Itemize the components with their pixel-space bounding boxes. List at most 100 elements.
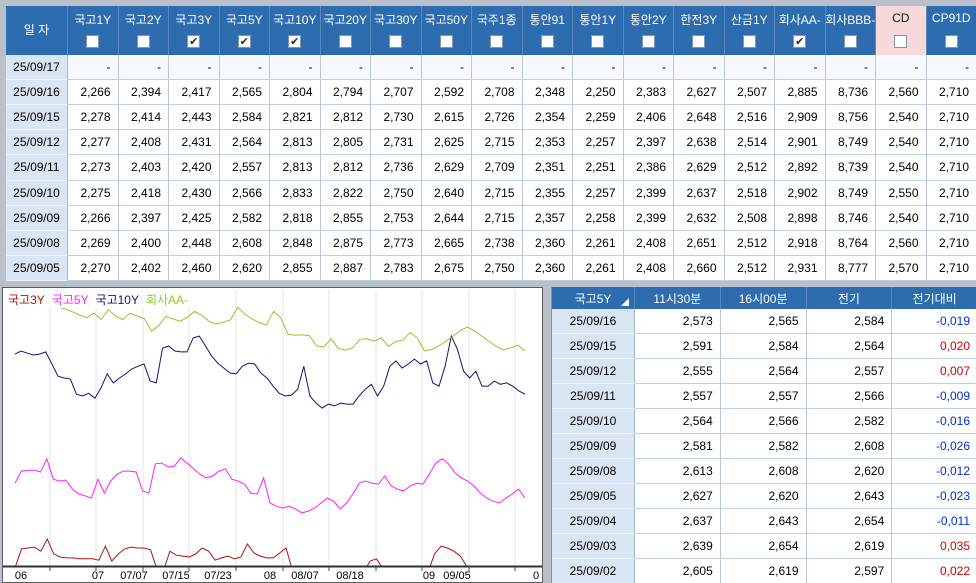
column-checkbox-checked[interactable]: ✔ — [187, 35, 201, 48]
yield-value-cell: 2,898 — [775, 205, 826, 230]
yield-value-cell: 2,608 — [721, 459, 807, 483]
yield-value-cell: 2,805 — [321, 130, 371, 155]
table-row[interactable]: 25/09/12 2,555 2,564 2,557 0,007 — [552, 359, 976, 384]
column-header-CD[interactable]: CD — [876, 6, 927, 55]
change-value-cell: 0,020 — [939, 339, 970, 353]
table-row[interactable]: 25/09/15 2,591 2,584 2,564 0,020 — [552, 334, 976, 359]
column-checkbox[interactable] — [540, 35, 554, 48]
column-checkbox[interactable] — [591, 35, 605, 48]
column-checkbox-checked[interactable]: ✔ — [237, 35, 251, 48]
change-value-cell: -0,011 — [936, 514, 970, 528]
yield-value-cell: 2,278 — [68, 105, 119, 130]
table-row[interactable]: 25/09/10 2,275 2,418 2,430 2,566 2,833 2,822 2,… — [6, 180, 976, 206]
column-header-회사BBB-[interactable]: 회사BBB- — [825, 6, 876, 55]
table-row[interactable]: 25/09/08 2,269 2,400 2,448 2,608 2,848 2,875 2,… — [6, 230, 976, 256]
column-checkbox[interactable] — [136, 35, 150, 48]
column-header-전기대비[interactable]: 전기대비 — [892, 287, 976, 309]
table-row[interactable]: 25/09/15 2,278 2,414 2,443 2,584 2,821 2,812 2,… — [6, 105, 976, 131]
yield-value-cell: 2,560 — [876, 230, 927, 255]
yield-value-cell: 2,261 — [573, 230, 624, 255]
column-checkbox[interactable] — [439, 35, 453, 48]
x-axis-tick-label: 07/07 — [120, 570, 148, 582]
table-row[interactable]: 25/09/12 2,277 2,408 2,431 2,564 2,813 2,805 2,… — [6, 130, 976, 156]
sort-column-header[interactable]: 국고5Y — [552, 287, 635, 309]
yield-value-cell: 2,665 — [422, 230, 472, 255]
table-row[interactable]: 25/09/09 2,581 2,582 2,608 -0,026 — [552, 434, 976, 459]
yield-value-cell: 2,540 — [876, 205, 927, 230]
yield-value-cell: 2,417 — [169, 80, 220, 105]
yield-value-cell: 8,764 — [826, 230, 876, 255]
table-row[interactable]: 25/09/05 2,270 2,402 2,460 2,620 2,855 2,887 2,… — [6, 255, 976, 281]
table-row[interactable]: 25/09/10 2,564 2,566 2,582 -0,016 — [552, 409, 976, 434]
yield-value-cell: 2,710 — [938, 235, 969, 250]
yield-value-cell: 2,627 — [674, 80, 725, 105]
yield-value-cell: 2,353 — [523, 130, 573, 155]
table-row[interactable]: 25/09/16 2,266 2,394 2,417 2,565 2,804 2,794 2,… — [6, 80, 976, 106]
table-row[interactable]: 25/09/11 2,273 2,403 2,420 2,557 2,813 2,812 2,… — [6, 155, 976, 181]
table-row[interactable]: 25/09/16 2,573 2,565 2,584 -0,019 — [552, 309, 976, 334]
x-axis-tick-label: 08/18 — [336, 570, 364, 582]
column-checkbox[interactable] — [86, 35, 100, 48]
column-header-전기[interactable]: 전기 — [807, 287, 893, 309]
x-axis-tick-label: 08/07 — [291, 570, 319, 582]
yield-value-cell: 2,418 — [119, 180, 169, 205]
column-checkbox[interactable] — [843, 35, 857, 48]
column-checkbox[interactable] — [944, 35, 958, 48]
column-checkbox[interactable] — [338, 35, 352, 48]
yield-value-cell: 2,573 — [635, 309, 721, 333]
column-checkbox[interactable] — [641, 35, 655, 48]
yield-value-cell: 2,408 — [624, 230, 674, 255]
yield-value-cell: 2,709 — [472, 155, 523, 180]
column-header-국고10Y[interactable]: 국고10Y ✔ — [270, 6, 321, 55]
yield-value-cell: 2,275 — [68, 180, 119, 205]
table-row[interactable]: 25/09/11 2,557 2,557 2,566 -0,009 — [552, 384, 976, 409]
column-header-통안1Y[interactable]: 통안1Y — [573, 6, 624, 55]
yield-value-cell: 2,512 — [725, 230, 775, 255]
table-row[interactable]: 25/09/03 2,639 2,654 2,619 0,035 — [552, 534, 976, 559]
column-header-국고50Y[interactable]: 국고50Y — [422, 6, 472, 55]
yield-value-cell: 2,250 — [573, 80, 624, 105]
column-checkbox[interactable] — [389, 35, 403, 48]
ktb5y-intraday-table: 국고5Y 11시30분 16시00분 전기 전기대비 25/09/16 2,573 2,56… — [551, 287, 976, 583]
table-row[interactable]: 25/09/05 2,627 2,620 2,643 -0,023 — [552, 484, 976, 509]
yield-value-cell: 2,619 — [807, 534, 893, 558]
column-header-국고20Y[interactable]: 국고20Y — [321, 6, 371, 55]
yield-value-cell: 2,654 — [721, 534, 807, 558]
table-row[interactable]: 25/09/02 2,605 2,619 2,597 0,022 — [552, 559, 976, 583]
column-checkbox-checked[interactable]: ✔ — [288, 35, 302, 48]
yield-value-cell: 2,730 — [371, 105, 422, 130]
date-column-header: 일 자 — [6, 6, 68, 55]
yield-value-cell: 2,443 — [169, 105, 220, 130]
table-row[interactable]: 25/09/04 2,637 2,643 2,654 -0,011 — [552, 509, 976, 534]
yield-value-cell: 2,397 — [624, 130, 674, 155]
column-header-11시30분[interactable]: 11시30분 — [635, 287, 721, 309]
column-header-국고3Y[interactable]: 국고3Y ✔ — [169, 6, 220, 55]
yield-value-cell: 2,608 — [220, 230, 270, 255]
column-header-CP91D[interactable]: CP91D — [927, 6, 976, 55]
column-header-국고5Y[interactable]: 국고5Y ✔ — [220, 6, 270, 55]
yield-value-cell: 2,348 — [523, 80, 573, 105]
yield-value-cell: 2,351 — [523, 155, 573, 180]
column-header-국고30Y[interactable]: 국고30Y — [371, 6, 422, 55]
column-header-통안91[interactable]: 통안91 — [523, 6, 573, 55]
table-row[interactable]: 25/09/08 2,613 2,608 2,620 -0,012 — [552, 459, 976, 484]
column-header-통안2Y[interactable]: 통안2Y — [624, 6, 674, 55]
column-header-회사AA-[interactable]: 회사AA- ✔ — [775, 6, 826, 55]
column-header-산금1Y[interactable]: 산금1Y — [725, 6, 775, 55]
column-header-국고1Y[interactable]: 국고1Y — [68, 6, 119, 55]
column-header-label: 국고5Y — [574, 291, 612, 306]
column-checkbox-checked[interactable]: ✔ — [793, 35, 807, 48]
column-checkbox[interactable] — [742, 35, 756, 48]
table-row[interactable]: 25/09/17- - - - - - - - - - - - - - - - - - — [6, 55, 976, 81]
column-checkbox[interactable] — [894, 35, 908, 48]
yield-value-cell: 2,731 — [371, 130, 422, 155]
column-header-한전3Y[interactable]: 한전3Y — [674, 6, 725, 55]
column-checkbox[interactable] — [490, 35, 504, 48]
yield-value-cell: 2,257 — [573, 130, 624, 155]
table-row[interactable]: 25/09/09 2,266 2,397 2,425 2,582 2,818 2,855 2,… — [6, 205, 976, 231]
column-header-국고2Y[interactable]: 국고2Y — [119, 6, 169, 55]
column-checkbox[interactable] — [692, 35, 706, 48]
column-header-label: 국고50Y — [424, 13, 468, 27]
column-header-16시00분[interactable]: 16시00분 — [721, 287, 807, 309]
column-header-국주1종[interactable]: 국주1종 — [472, 6, 523, 55]
